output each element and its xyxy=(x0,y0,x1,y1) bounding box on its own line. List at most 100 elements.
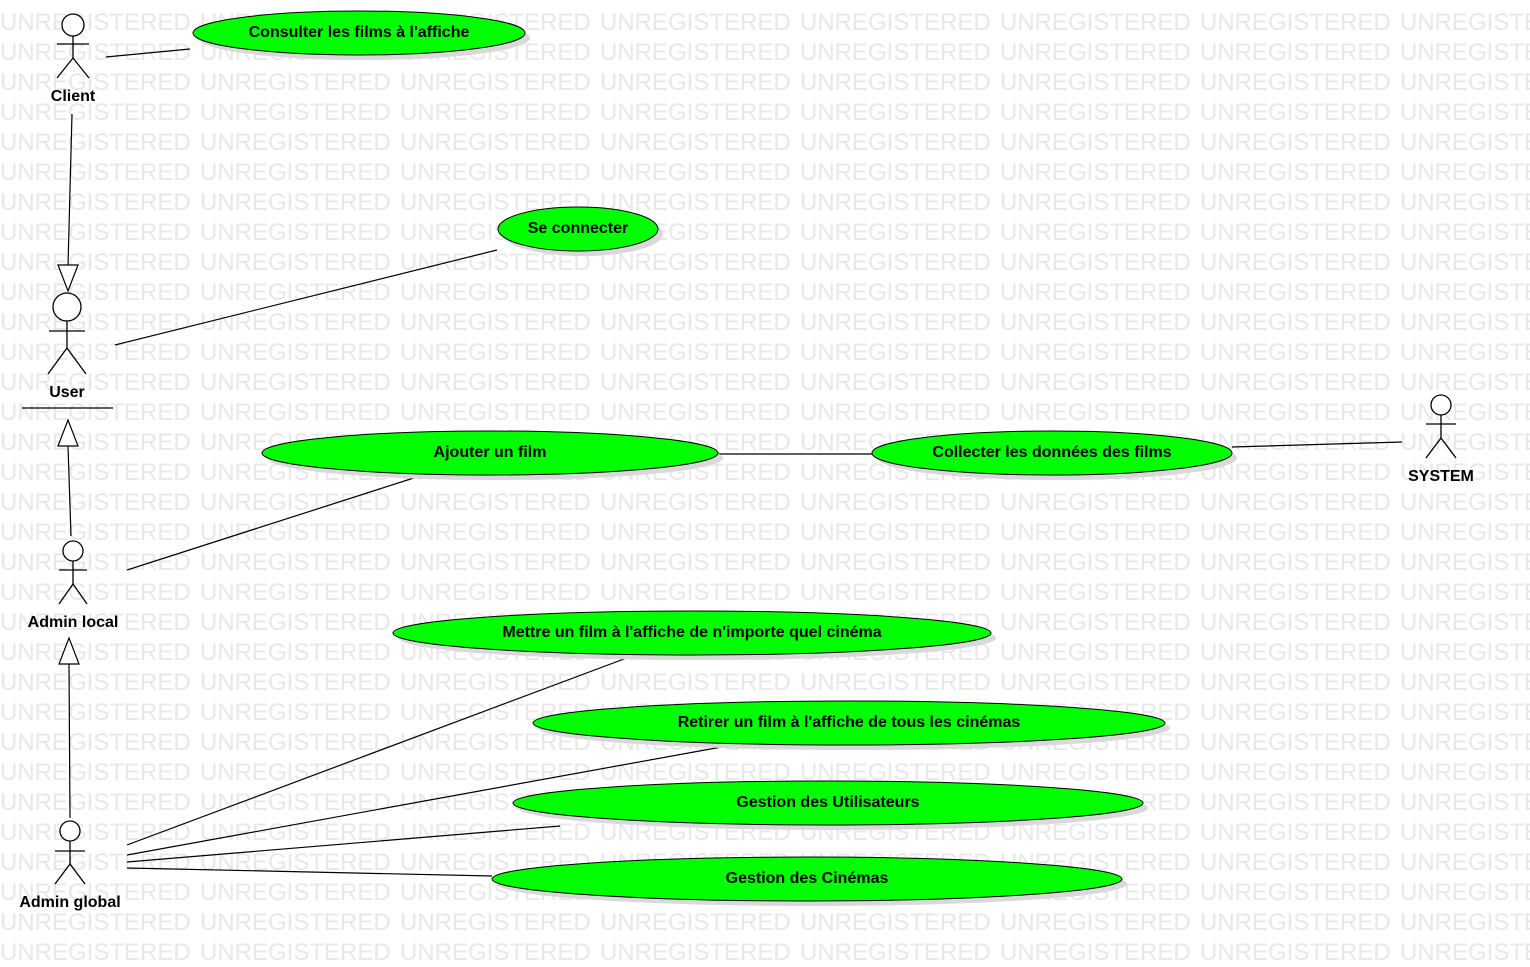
watermark-text: UNREGISTERED xyxy=(0,549,191,576)
watermark-text: UNREGISTERED xyxy=(600,939,791,966)
watermark-text: UNREGISTERED xyxy=(0,39,191,66)
watermark-text: UNREGISTERED xyxy=(1400,129,1530,156)
watermark-text: UNREGISTERED xyxy=(600,489,791,516)
watermark-text: UNREGISTERED xyxy=(1000,309,1191,336)
watermark-text: UNREGISTERED xyxy=(1400,219,1530,246)
watermark-text: UNREGISTERED xyxy=(400,489,591,516)
watermark-text: UNREGISTERED xyxy=(1000,489,1191,516)
watermark-text: UNREGISTERED xyxy=(800,189,991,216)
watermark-text: UNREGISTERED xyxy=(1200,9,1391,36)
watermark-text: UNREGISTERED xyxy=(0,459,191,486)
use-case-collecter: Collecter les données des films xyxy=(871,430,1237,480)
watermark-text: UNREGISTERED xyxy=(1000,189,1191,216)
use-case-retirer: Retirer un film à l'affiche de tous les … xyxy=(532,700,1170,750)
watermark-text: UNREGISTERED xyxy=(800,9,991,36)
watermark-text: UNREGISTERED xyxy=(1400,939,1530,966)
actor-user-label: User xyxy=(49,384,85,401)
watermark-text: UNREGISTERED xyxy=(1000,279,1191,306)
watermark-text: UNREGISTERED xyxy=(0,669,191,696)
watermark-text: UNREGISTERED xyxy=(1200,249,1391,276)
watermark-text: UNREGISTERED xyxy=(400,309,591,336)
use-case-ajouter: Ajouter un film xyxy=(261,430,723,480)
watermark-text: UNREGISTERED xyxy=(800,249,991,276)
watermark-text: UNREGISTERED xyxy=(0,519,191,546)
use-case-ajouter-label: Ajouter un film xyxy=(434,444,547,461)
watermark-text: UNREGISTERED xyxy=(0,219,191,246)
watermark-text: UNREGISTERED xyxy=(800,339,991,366)
watermark-text: UNREGISTERED xyxy=(800,489,991,516)
watermark-text: UNREGISTERED xyxy=(200,729,391,756)
watermark-text: UNREGISTERED xyxy=(1000,9,1191,36)
watermark-text: UNREGISTERED xyxy=(0,939,191,966)
watermark-text: UNREGISTERED xyxy=(1400,699,1530,726)
watermark-text: UNREGISTERED xyxy=(400,579,591,606)
watermark-text: UNREGISTERED xyxy=(600,519,791,546)
watermark-text: UNREGISTERED xyxy=(1400,159,1530,186)
watermark-text: UNREGISTERED xyxy=(600,129,791,156)
watermark-text: UNREGISTERED xyxy=(600,549,791,576)
watermark-text: UNREGISTERED xyxy=(1000,609,1191,636)
watermark-text: UNREGISTERED xyxy=(0,279,191,306)
watermark-text: UNREGISTERED xyxy=(1400,429,1530,456)
watermark-text: UNREGISTERED xyxy=(0,309,191,336)
watermark-text: UNREGISTERED xyxy=(200,249,391,276)
watermark-text: UNREGISTERED xyxy=(1200,609,1391,636)
watermark-text: UNREGISTERED xyxy=(400,909,591,936)
watermark-text: UNREGISTERED xyxy=(800,309,991,336)
watermark-text: UNREGISTERED xyxy=(1200,909,1391,936)
watermark-text: UNREGISTERED xyxy=(1200,789,1391,816)
watermark-text: UNREGISTERED xyxy=(1000,549,1191,576)
watermark-text: UNREGISTERED xyxy=(0,429,191,456)
watermark-text: UNREGISTERED xyxy=(0,9,191,36)
watermark-text: UNREGISTERED xyxy=(600,309,791,336)
watermark-text: UNREGISTERED xyxy=(1200,819,1391,846)
watermark-text: UNREGISTERED xyxy=(0,729,191,756)
actor-admin-global-label: Admin global xyxy=(19,894,120,911)
watermark-text: UNREGISTERED xyxy=(1000,129,1191,156)
watermark-text: UNREGISTERED xyxy=(600,9,791,36)
watermark-text: UNREGISTERED xyxy=(800,579,991,606)
watermark-text: UNREGISTERED xyxy=(200,339,391,366)
watermark-text: UNREGISTERED xyxy=(1200,159,1391,186)
use-case-consulter-label: Consulter les films à l'affiche xyxy=(249,24,470,41)
watermark-text: UNREGISTERED xyxy=(1400,519,1530,546)
watermark-text: UNREGISTERED xyxy=(600,39,791,66)
watermark-text: UNREGISTERED xyxy=(1400,489,1530,516)
watermark-text: UNREGISTERED xyxy=(200,99,391,126)
actor-client-label: Client xyxy=(51,88,96,105)
watermark-text: UNREGISTERED xyxy=(1400,309,1530,336)
watermark-text: UNREGISTERED xyxy=(0,159,191,186)
use-case-diagram: UNREGISTERED UNREGISTERED UNREGISTERED UNRE… xyxy=(0,9,1530,966)
watermark-text: UNREGISTERED xyxy=(1200,219,1391,246)
use-case-connecter-label: Se connecter xyxy=(528,220,628,237)
watermark-text: UNREGISTERED xyxy=(1200,639,1391,666)
watermark-text: UNREGISTERED xyxy=(1400,909,1530,936)
watermark-text: UNREGISTERED xyxy=(1400,99,1530,126)
watermark-text: UNREGISTERED xyxy=(1200,279,1391,306)
watermark-text: UNREGISTERED xyxy=(1400,399,1530,426)
watermark-text: UNREGISTERED xyxy=(600,909,791,936)
watermark-text: UNREGISTERED xyxy=(0,759,191,786)
watermark-text: UNREGISTERED xyxy=(1400,339,1530,366)
watermark-text: UNREGISTERED xyxy=(200,699,391,726)
watermark-text: UNREGISTERED xyxy=(1000,339,1191,366)
watermark-text: UNREGISTERED xyxy=(0,69,191,96)
watermark-text: UNREGISTERED xyxy=(1400,579,1530,606)
watermark-text: UNREGISTERED xyxy=(1200,309,1391,336)
watermark-text: UNREGISTERED xyxy=(400,939,591,966)
watermark-text: UNREGISTERED xyxy=(0,849,191,876)
watermark-text: UNREGISTERED xyxy=(200,399,391,426)
watermark-text: UNREGISTERED xyxy=(0,909,191,936)
watermark-text: UNREGISTERED xyxy=(400,549,591,576)
watermark-text: UNREGISTERED xyxy=(1400,639,1530,666)
watermark-text: UNREGISTERED xyxy=(1000,579,1191,606)
use-case-utilisateurs: Gestion des Utilisateurs xyxy=(512,780,1148,830)
watermark-text: UNREGISTERED xyxy=(1400,189,1530,216)
watermark-text: UNREGISTERED xyxy=(1400,729,1530,756)
watermark-text: UNREGISTERED xyxy=(1400,609,1530,636)
use-case-mettre: Mettre un film à l'affiche de n'importe … xyxy=(392,610,996,660)
watermark-text: UNREGISTERED xyxy=(600,99,791,126)
watermark-text: UNREGISTERED xyxy=(1400,369,1530,396)
watermark-text: UNREGISTERED xyxy=(200,879,391,906)
watermark-text: UNREGISTERED xyxy=(600,159,791,186)
